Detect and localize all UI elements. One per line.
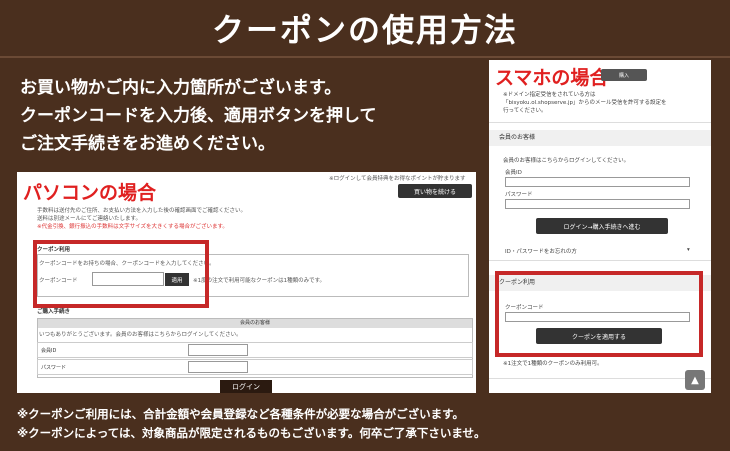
intro-line: お買い物かご内に入力箇所がございます。 xyxy=(20,78,342,98)
smartphone-screenshot: スマホの場合 購入 ※ドメイン指定受信をされている方は 「bisyoku.ol.… xyxy=(489,60,711,393)
pc-label: パソコンの場合 xyxy=(23,182,157,204)
purchase-title: ご購入手続き xyxy=(37,309,71,315)
password-input[interactable] xyxy=(188,361,248,373)
member-id-input[interactable] xyxy=(188,344,248,356)
title-divider xyxy=(0,56,730,58)
member-id-row: 会員ID xyxy=(37,342,473,358)
note-line: ※クーポンによっては、対象商品が限定されるものもございます。何卒ご了承下さいませ… xyxy=(17,426,486,440)
pc-top-note: ※ログインして会員特典をお得なポイントが貯まります xyxy=(329,176,466,182)
intro-line: ご注文手続きをお進めください。 xyxy=(20,134,275,154)
domain-note: ※ドメイン指定受信をされている方は xyxy=(503,92,596,98)
login-proceed-button[interactable]: ログイン→購入手続きへ進む xyxy=(536,218,668,234)
divider xyxy=(489,122,711,123)
fee-line: 手数料は送付先のご住所、お支払い方法を入力した後の確認画面でご確認ください。 xyxy=(37,208,247,214)
member-id-label: 会員ID xyxy=(41,348,57,354)
coupon-highlight-box xyxy=(495,271,703,357)
password-input[interactable] xyxy=(505,199,690,209)
triangle-up-icon[interactable]: ▲ xyxy=(685,370,705,390)
fee-line: ※代金引換、銀行振込の手数料は文字サイズを大きくする場合がございます。 xyxy=(37,224,228,230)
intro-line: クーポンコードを入力後、適用ボタンを押して xyxy=(20,106,377,126)
password-label: パスワード xyxy=(505,192,533,198)
intro-text: お買い物かご内に入力箇所がございます。 クーポンコードを入力後、適用ボタンを押し… xyxy=(20,74,480,158)
member-section-header: 会員のお客様 xyxy=(489,130,711,146)
member-title: 会員のお客様 xyxy=(38,319,472,328)
coupon-note: ※1注文で1種類のクーポンのみ利用可。 xyxy=(503,361,603,367)
note-line: ※クーポンご利用には、合計金額や会員登録など各種条件が必要な場合がございます。 xyxy=(17,407,465,421)
sp-label: スマホの場合 xyxy=(495,67,609,89)
password-label: パスワード xyxy=(41,365,67,371)
member-id-input[interactable] xyxy=(505,177,690,187)
buy-button[interactable]: 購入 xyxy=(601,69,647,81)
member-id-label: 会員ID xyxy=(505,170,522,176)
domain-note: 「bisyoku.ol.shopserve.jp」からのメール受信を許可する設定… xyxy=(503,100,667,106)
password-row: パスワード xyxy=(37,359,473,375)
notes: ※クーポンご利用には、合計金額や会員登録など各種条件が必要な場合がございます。 … xyxy=(17,405,486,443)
member-desc: いつもありがとうございます。会員のお客様はこちらからログインしてください。 xyxy=(39,332,242,338)
coupon-note: ※1度の注文で利用可能なクーポンは1種類のみです。 xyxy=(193,278,326,284)
pc-screenshot: パソコンの場合 ※ログインして会員特典をお得なポイントが貯まります 買い物を続け… xyxy=(17,172,476,393)
divider xyxy=(489,378,711,379)
divider xyxy=(489,260,711,261)
fee-line: 送料は別途メールにてご連絡いたします。 xyxy=(37,216,141,222)
coupon-highlight-box xyxy=(33,240,209,308)
login-button[interactable]: ログイン xyxy=(220,380,272,393)
forgot-password-link[interactable]: ID・パスワードをお忘れの方 xyxy=(505,247,577,255)
continue-shopping-button[interactable]: 買い物を続ける xyxy=(398,184,472,198)
domain-note: 行ってください。 xyxy=(503,108,547,114)
page-title: クーポンの使用方法 xyxy=(211,11,518,49)
member-desc: 会員のお客様はこちらからログインしてください。 xyxy=(503,158,630,164)
chevron-down-icon: ▾ xyxy=(687,247,690,253)
